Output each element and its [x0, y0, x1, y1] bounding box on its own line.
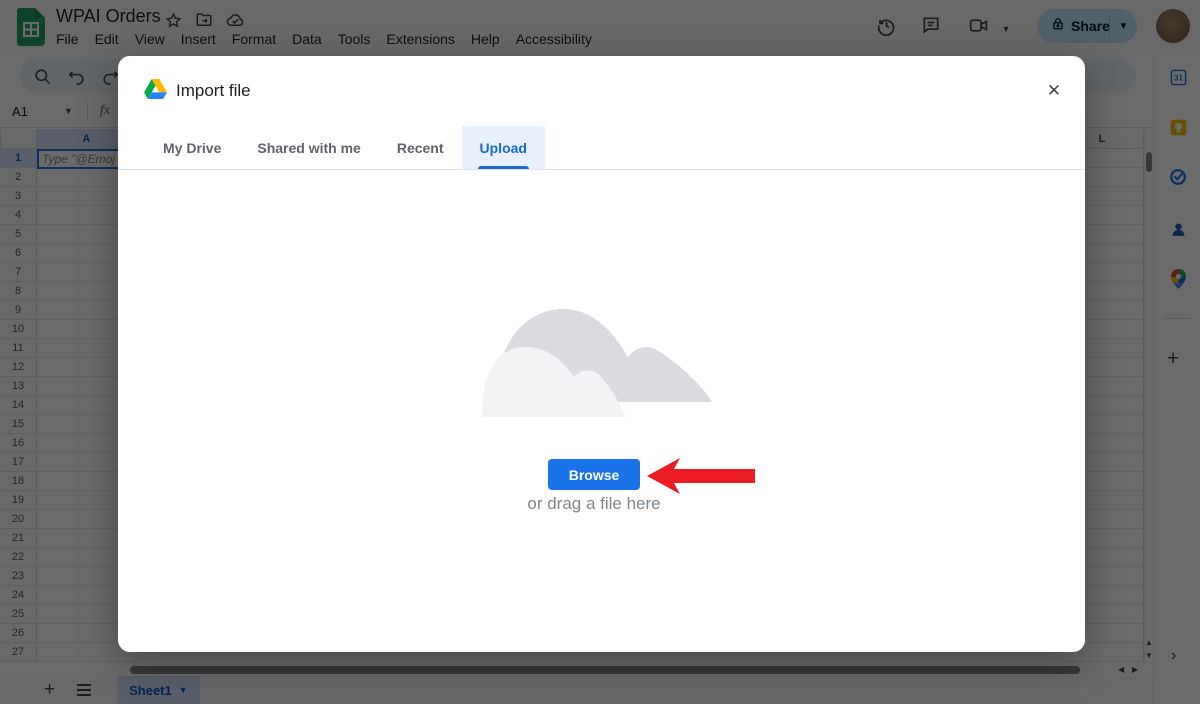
google-drive-icon: [144, 79, 167, 104]
annotation-arrow-icon: [644, 455, 758, 502]
dialog-tabs-divider: [118, 169, 1085, 170]
cloud-illustration: [478, 289, 718, 426]
browse-button[interactable]: Browse: [548, 459, 640, 490]
tab-recent[interactable]: Recent: [379, 126, 462, 169]
tab-my-drive[interactable]: My Drive: [145, 126, 239, 169]
dialog-tabs: My DriveShared with meRecentUpload: [145, 126, 545, 169]
close-icon[interactable]: ✕: [1043, 80, 1065, 102]
tab-shared-with-me[interactable]: Shared with me: [239, 126, 378, 169]
tab-upload[interactable]: Upload: [462, 126, 545, 169]
dialog-title: Import file: [176, 81, 251, 101]
import-file-dialog: Import file ✕ My DriveShared with meRece…: [118, 56, 1085, 652]
